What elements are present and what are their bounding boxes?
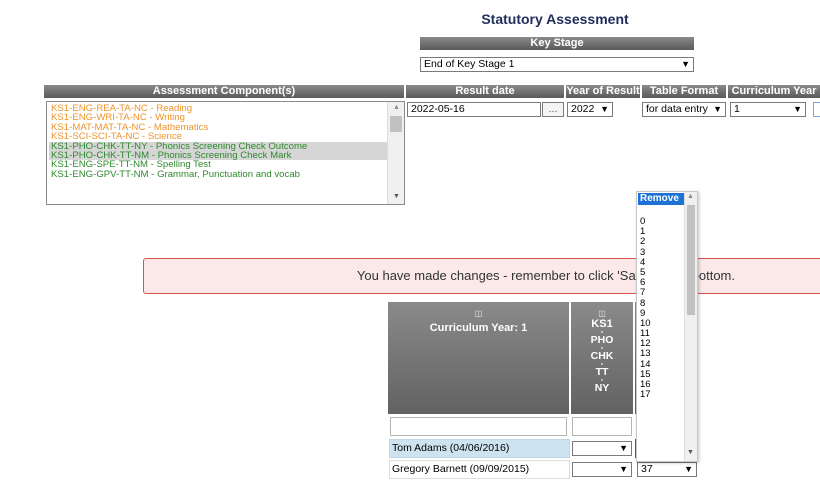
scroll-up-icon[interactable]: ▲ [687,193,694,200]
copy-icon: ◫ [598,309,606,318]
column-code-part: NY [594,382,610,394]
key-stage-value: End of Key Stage 1 [424,58,515,70]
assessment-component-list[interactable]: KS1-ENG-REA-TA-NC - Reading KS1-ENG-WRI-T… [46,101,405,205]
student-row-name: Tom Adams (04/06/2016) [389,439,570,458]
year-of-result-value: 2022 [571,103,595,115]
column-curriculum-year: Curriculum Year [728,85,820,98]
chevron-down-icon: ▼ [600,104,609,114]
list-scrollbar[interactable]: ▲ ▼ [387,102,404,204]
grid-header-col1: ◫ KS1- PHO - CHK - TT - NY [571,302,633,414]
column-assessment-component: Assessment Component(s) [44,85,404,98]
chevron-down-icon: ▼ [681,59,690,69]
column-result-date: Result date [406,85,564,98]
key-stage-select[interactable]: End of Key Stage 1 ▼ [420,57,694,72]
table-format-select[interactable]: for data entry ▼ [642,102,726,117]
scroll-down-icon[interactable]: ▼ [687,449,694,456]
chevron-down-icon: ▼ [713,104,722,114]
curriculum-year-select[interactable]: 1 ▼ [730,102,806,117]
copy-icon: ◫ [474,309,483,318]
page-title: Statutory Assessment [481,11,629,27]
column-year-of-result: Year of Result [566,85,640,98]
mark-dropdown-list[interactable]: Remove 0 1 2 3 4 5 6 7 8 9 10 11 12 13 14 15 16 17 ▲ ▼ [636,191,698,462]
dropdown-scrollbar[interactable]: ▲ ▼ [684,192,697,461]
grid-header-left: ◫ Curriculum Year: 1 [388,302,569,414]
curriculum-year-value: 1 [734,103,740,115]
student-row-name: Gregory Barnett (09/09/2015) [389,460,570,479]
scroll-down-icon[interactable]: ▼ [391,192,400,201]
component-option[interactable]: KS1-ENG-GPV-TT-NM - Grammar, Punctuation… [49,169,390,179]
scroll-thumb[interactable] [390,116,402,132]
curriculum-year-heading: Curriculum Year: 1 [429,322,528,334]
year-of-result-select[interactable]: 2022 ▼ [567,102,613,117]
result-date-input[interactable]: 2022-05-16 [407,102,541,117]
row-select-col1[interactable]: ▼ [572,441,632,456]
row-select-col2[interactable]: 37 ▼ [637,462,697,477]
chevron-down-icon: ▼ [619,464,628,474]
scroll-thumb[interactable] [687,205,695,315]
date-picker-button[interactable]: ... [542,102,564,117]
filter-input[interactable] [390,417,567,436]
row-value: 37 [641,463,653,475]
chevron-down-icon: ▼ [684,464,693,474]
dropdown-option-selected[interactable]: Remove [638,193,684,205]
extra-input[interactable] [813,102,820,117]
chevron-down-icon: ▼ [619,443,628,453]
row-select-col1[interactable]: ▼ [572,462,632,477]
unsaved-changes-warning: You have made changes - remember to clic… [143,258,820,294]
table-format-value: for data entry [646,103,708,115]
dropdown-option[interactable]: 7 [637,288,683,298]
key-stage-header: Key Stage [420,37,694,50]
chevron-down-icon: ▼ [793,104,802,114]
column-table-format: Table Format [642,85,726,98]
filter-input-col1[interactable] [572,417,632,436]
dropdown-option[interactable]: 17 [637,389,683,400]
scroll-up-icon[interactable]: ▲ [391,103,400,112]
